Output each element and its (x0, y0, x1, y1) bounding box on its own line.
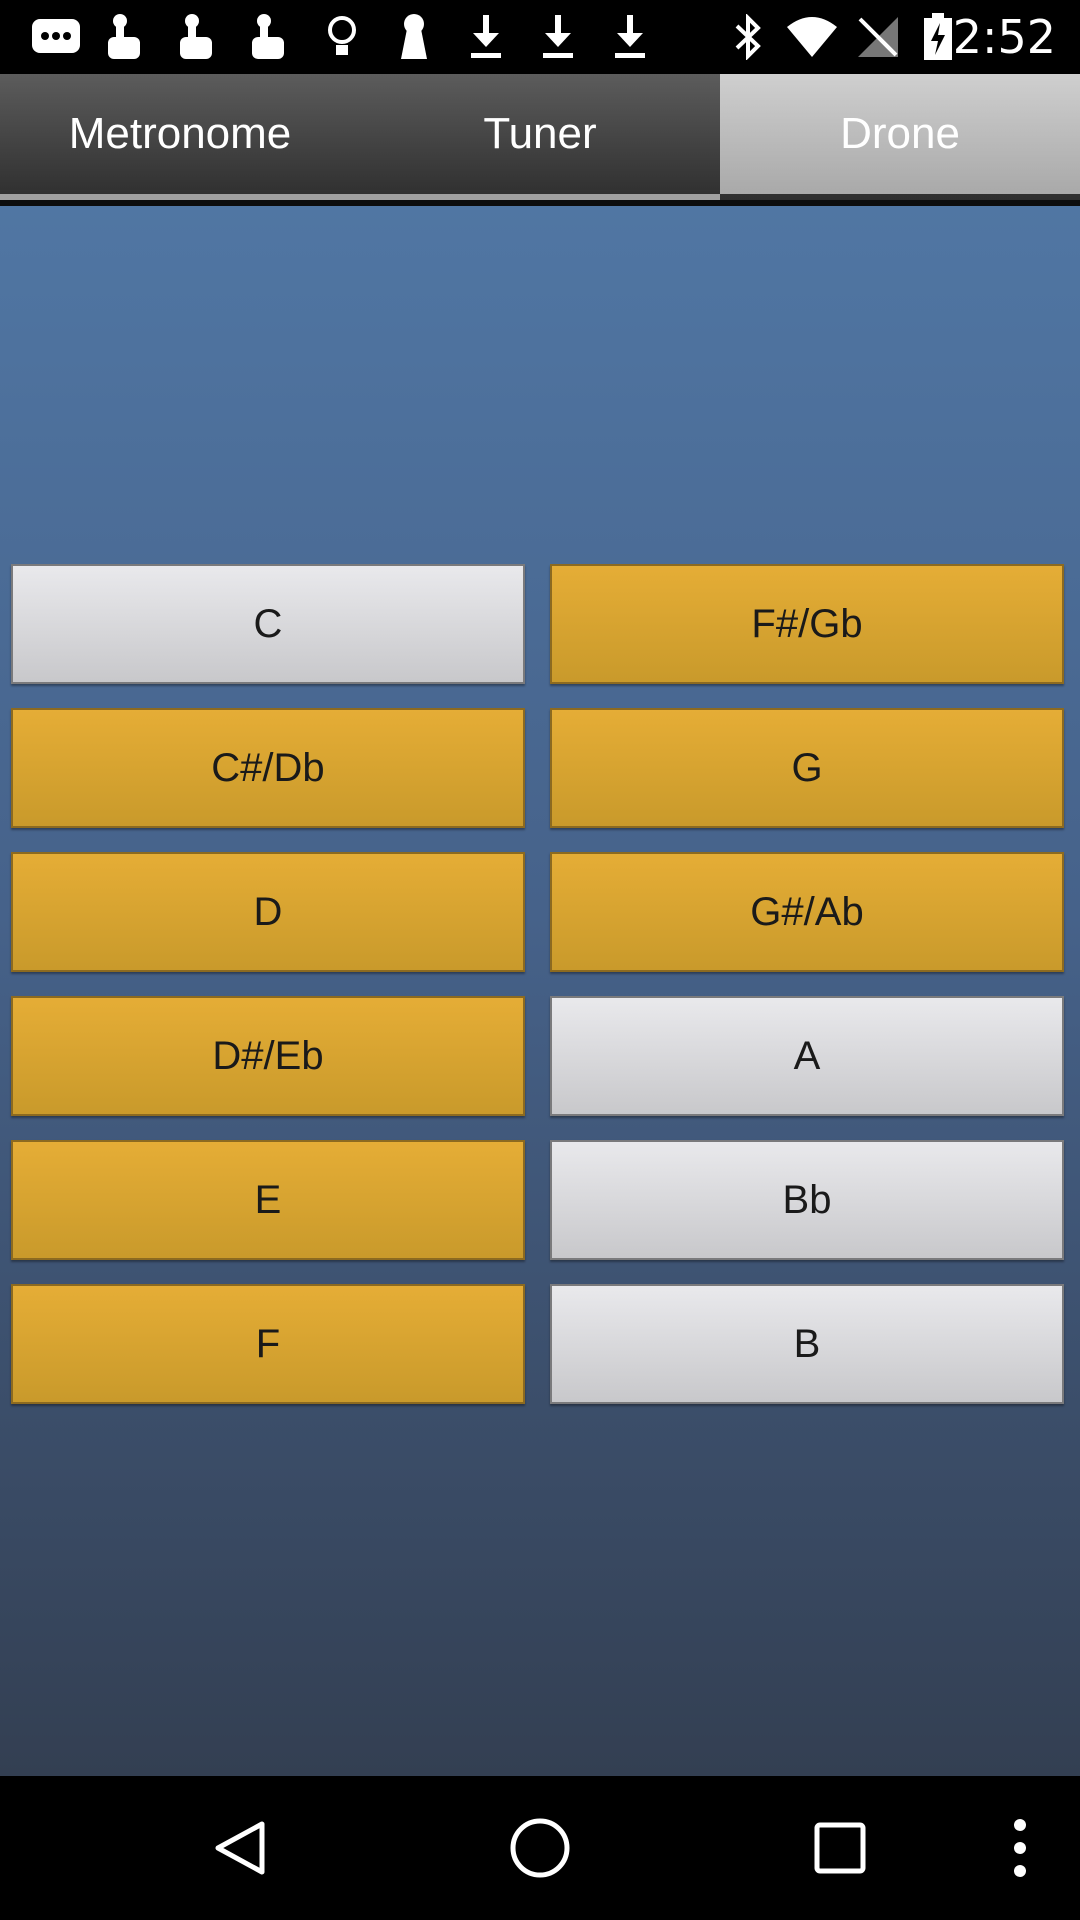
tab-metronome[interactable]: Metronome (0, 74, 360, 194)
status-bar: 2:52 (0, 0, 1080, 74)
download-icon (538, 0, 578, 74)
bluetooth-icon (728, 0, 768, 74)
drone-panel: C C#/Db D D#/Eb E F F#/Gb G G#/Ab A Bb B (0, 206, 1080, 1776)
note-button-f-sharp[interactable]: F#/Gb (550, 564, 1064, 684)
download-icon (610, 0, 650, 74)
recents-icon[interactable] (800, 1776, 880, 1920)
touch-icon (174, 0, 220, 74)
tab-tuner[interactable]: Tuner (360, 74, 720, 194)
wifi-icon (784, 0, 840, 74)
note-button-d-sharp[interactable]: D#/Eb (11, 996, 525, 1116)
touch-icon (246, 0, 292, 74)
overflow-menu-icon[interactable] (1000, 1776, 1040, 1920)
keyhole-icon (394, 0, 434, 74)
note-button-a[interactable]: A (550, 996, 1064, 1116)
note-button-e[interactable]: E (11, 1140, 525, 1260)
no-signal-icon (854, 0, 902, 74)
back-icon[interactable] (200, 1776, 280, 1920)
note-button-c-sharp[interactable]: C#/Db (11, 708, 525, 828)
status-bar-clock: 2:52 (952, 10, 1056, 64)
tab-drone[interactable]: Drone (720, 74, 1080, 194)
note-button-b-flat[interactable]: Bb (550, 1140, 1064, 1260)
lightbulb-icon (322, 0, 362, 74)
touch-icon (102, 0, 148, 74)
note-button-d[interactable]: D (11, 852, 525, 972)
tab-bar: Metronome Tuner Drone (0, 74, 1080, 206)
navigation-bar (0, 1776, 1080, 1920)
note-button-g-sharp[interactable]: G#/Ab (550, 852, 1064, 972)
note-button-c[interactable]: C (11, 564, 525, 684)
download-icon (466, 0, 506, 74)
messenger-icon (28, 0, 84, 74)
note-button-f[interactable]: F (11, 1284, 525, 1404)
home-icon[interactable] (500, 1776, 580, 1920)
note-button-b[interactable]: B (550, 1284, 1064, 1404)
note-button-g[interactable]: G (550, 708, 1064, 828)
